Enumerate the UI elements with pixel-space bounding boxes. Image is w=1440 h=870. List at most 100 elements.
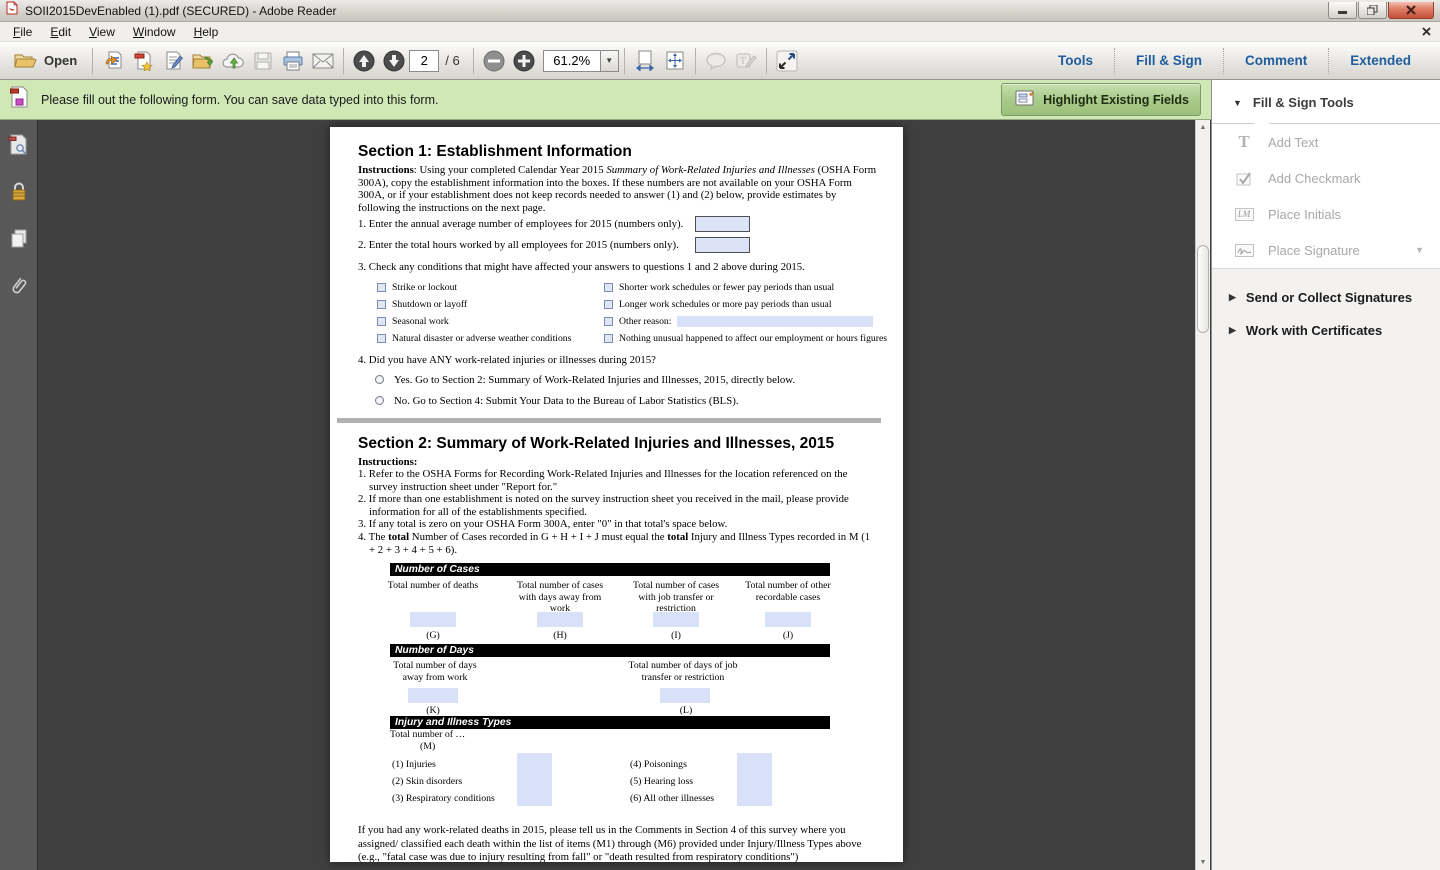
strike-checkbox[interactable]	[377, 283, 386, 292]
longer-schedules-checkbox[interactable]	[604, 300, 613, 309]
add-text-tool[interactable]: T Add Text	[1212, 124, 1440, 160]
employees-field[interactable]	[695, 216, 750, 232]
zoom-level-combo[interactable]: 61.2% ▼	[543, 50, 619, 72]
email-icon[interactable]	[308, 46, 338, 76]
page-number-input[interactable]: 2	[409, 50, 439, 72]
chevron-down-icon: ▼	[605, 56, 613, 65]
seasonal-checkbox[interactable]	[377, 317, 386, 326]
field-J[interactable]	[765, 612, 811, 627]
field-M3[interactable]	[517, 789, 552, 806]
previous-page-icon[interactable]	[349, 46, 379, 76]
create-pdf-icon[interactable]	[128, 46, 158, 76]
natural-disaster-checkbox[interactable]	[377, 334, 386, 343]
page-thumbnails-icon[interactable]	[8, 134, 29, 161]
chevron-right-icon: ▶	[1229, 325, 1236, 336]
sign-document-icon[interactable]	[158, 46, 188, 76]
zoom-dropdown-button[interactable]: ▼	[601, 50, 619, 72]
chevron-down-icon: ▼	[1233, 98, 1242, 108]
field-M1[interactable]	[517, 753, 552, 771]
pages-icon[interactable]	[9, 228, 29, 255]
security-lock-icon[interactable]	[9, 181, 29, 208]
field-M4[interactable]	[737, 753, 772, 771]
toolbar-separator	[624, 48, 625, 74]
checkbox-row: Seasonal work	[377, 313, 604, 330]
restore-button[interactable]	[1358, 2, 1387, 19]
menu-help[interactable]: Help	[185, 23, 228, 41]
question-1: 1. Enter the annual average number of em…	[358, 218, 878, 235]
field-I[interactable]	[653, 612, 699, 627]
fit-width-icon[interactable]	[630, 46, 660, 76]
injury-illness-types-header: Injury and Illness Types	[390, 716, 830, 729]
chevron-down-icon[interactable]: ▼	[1415, 245, 1424, 255]
navigation-sidebar	[0, 120, 38, 870]
minimize-button[interactable]	[1328, 2, 1357, 19]
close-x-icon[interactable]	[1422, 27, 1431, 36]
sign-tool-icon[interactable]: T	[731, 46, 761, 76]
page-total-label: / 6	[445, 53, 459, 68]
cloud-upload-icon[interactable]	[218, 46, 248, 76]
menu-edit[interactable]: Edit	[41, 23, 80, 41]
open-button[interactable]: Open	[8, 49, 87, 72]
add-checkmark-tool[interactable]: Add Checkmark	[1212, 160, 1440, 196]
shorter-schedules-checkbox[interactable]	[604, 283, 613, 292]
summary-table: Number of Cases Total number of deaths T…	[390, 563, 830, 816]
print-icon[interactable]	[278, 46, 308, 76]
shutdown-checkbox[interactable]	[377, 300, 386, 309]
other-reason-checkbox[interactable]	[604, 317, 613, 326]
radio-row: No. Go to Section 4: Submit Your Data to…	[375, 393, 878, 408]
next-page-icon[interactable]	[379, 46, 409, 76]
close-button[interactable]	[1388, 2, 1434, 19]
fill-sign-panel-button[interactable]: Fill & Sign	[1115, 49, 1223, 73]
chevron-right-icon: ▶	[1229, 292, 1236, 303]
work-with-certificates-section[interactable]: ▶ Work with Certificates	[1212, 314, 1440, 347]
scroll-up-icon[interactable]: ▲	[1196, 120, 1210, 135]
other-reason-field[interactable]	[677, 316, 873, 327]
form-message-bar: Please fill out the following form. You …	[0, 80, 1211, 120]
fullscreen-icon[interactable]	[772, 46, 802, 76]
toolbar: Open 2 / 6 61.2% ▼	[0, 42, 1440, 80]
place-initials-tool[interactable]: LM Place Initials	[1212, 196, 1440, 232]
scrollbar-thumb[interactable]	[1197, 245, 1209, 333]
scroll-down-icon[interactable]: ▼	[1196, 855, 1210, 870]
conditions-checkbox-grid: Strike or lockout Shorter work schedules…	[377, 279, 878, 347]
comment-bubble-icon[interactable]	[701, 46, 731, 76]
field-M6[interactable]	[737, 789, 772, 806]
send-collect-signatures-section[interactable]: ▶ Send or Collect Signatures	[1212, 281, 1440, 314]
field-M5[interactable]	[737, 771, 772, 789]
panel-header-divider	[1212, 123, 1440, 124]
attachments-paperclip-icon[interactable]	[8, 275, 30, 304]
field-L[interactable]	[660, 688, 710, 703]
tools-panel-button[interactable]: Tools	[1037, 49, 1114, 73]
field-G[interactable]	[410, 612, 456, 627]
vertical-scrollbar[interactable]: ▲ ▼	[1195, 120, 1210, 870]
highlight-existing-fields-button[interactable]: Highlight Existing Fields	[1001, 83, 1201, 116]
zoom-out-icon[interactable]	[479, 46, 509, 76]
toolbar-separator	[92, 48, 93, 74]
export-pdf-icon[interactable]	[98, 46, 128, 76]
nothing-unusual-checkbox[interactable]	[604, 334, 613, 343]
place-signature-tool[interactable]: Place Signature ▼	[1212, 232, 1440, 268]
open-folder-icon	[14, 52, 37, 69]
fit-page-icon[interactable]	[660, 46, 690, 76]
zoom-in-icon[interactable]	[509, 46, 539, 76]
menu-file[interactable]: File	[4, 23, 41, 41]
fill-sign-panel-header[interactable]: ▼ Fill & Sign Tools	[1212, 80, 1440, 110]
share-folder-icon[interactable]	[188, 46, 218, 76]
no-radio[interactable]	[375, 396, 384, 405]
yes-radio[interactable]	[375, 375, 384, 384]
field-M2[interactable]	[517, 771, 552, 789]
save-icon[interactable]	[248, 46, 278, 76]
menu-view[interactable]: View	[80, 23, 124, 41]
field-K[interactable]	[408, 688, 458, 703]
field-H[interactable]	[537, 612, 583, 627]
menu-window[interactable]: Window	[124, 23, 185, 41]
question-2: 2. Enter the total hours worked by all e…	[358, 239, 878, 256]
toolbar-separator	[473, 48, 474, 74]
number-of-days-header: Number of Days	[390, 644, 830, 657]
types-code: (M)	[420, 741, 435, 752]
zoom-level-value[interactable]: 61.2%	[543, 50, 601, 72]
comment-panel-button[interactable]: Comment	[1224, 49, 1328, 73]
extended-panel-button[interactable]: Extended	[1329, 49, 1432, 73]
hours-field[interactable]	[695, 237, 750, 253]
document-viewport[interactable]: Section 1: Establishment Information Ins…	[38, 120, 1195, 870]
